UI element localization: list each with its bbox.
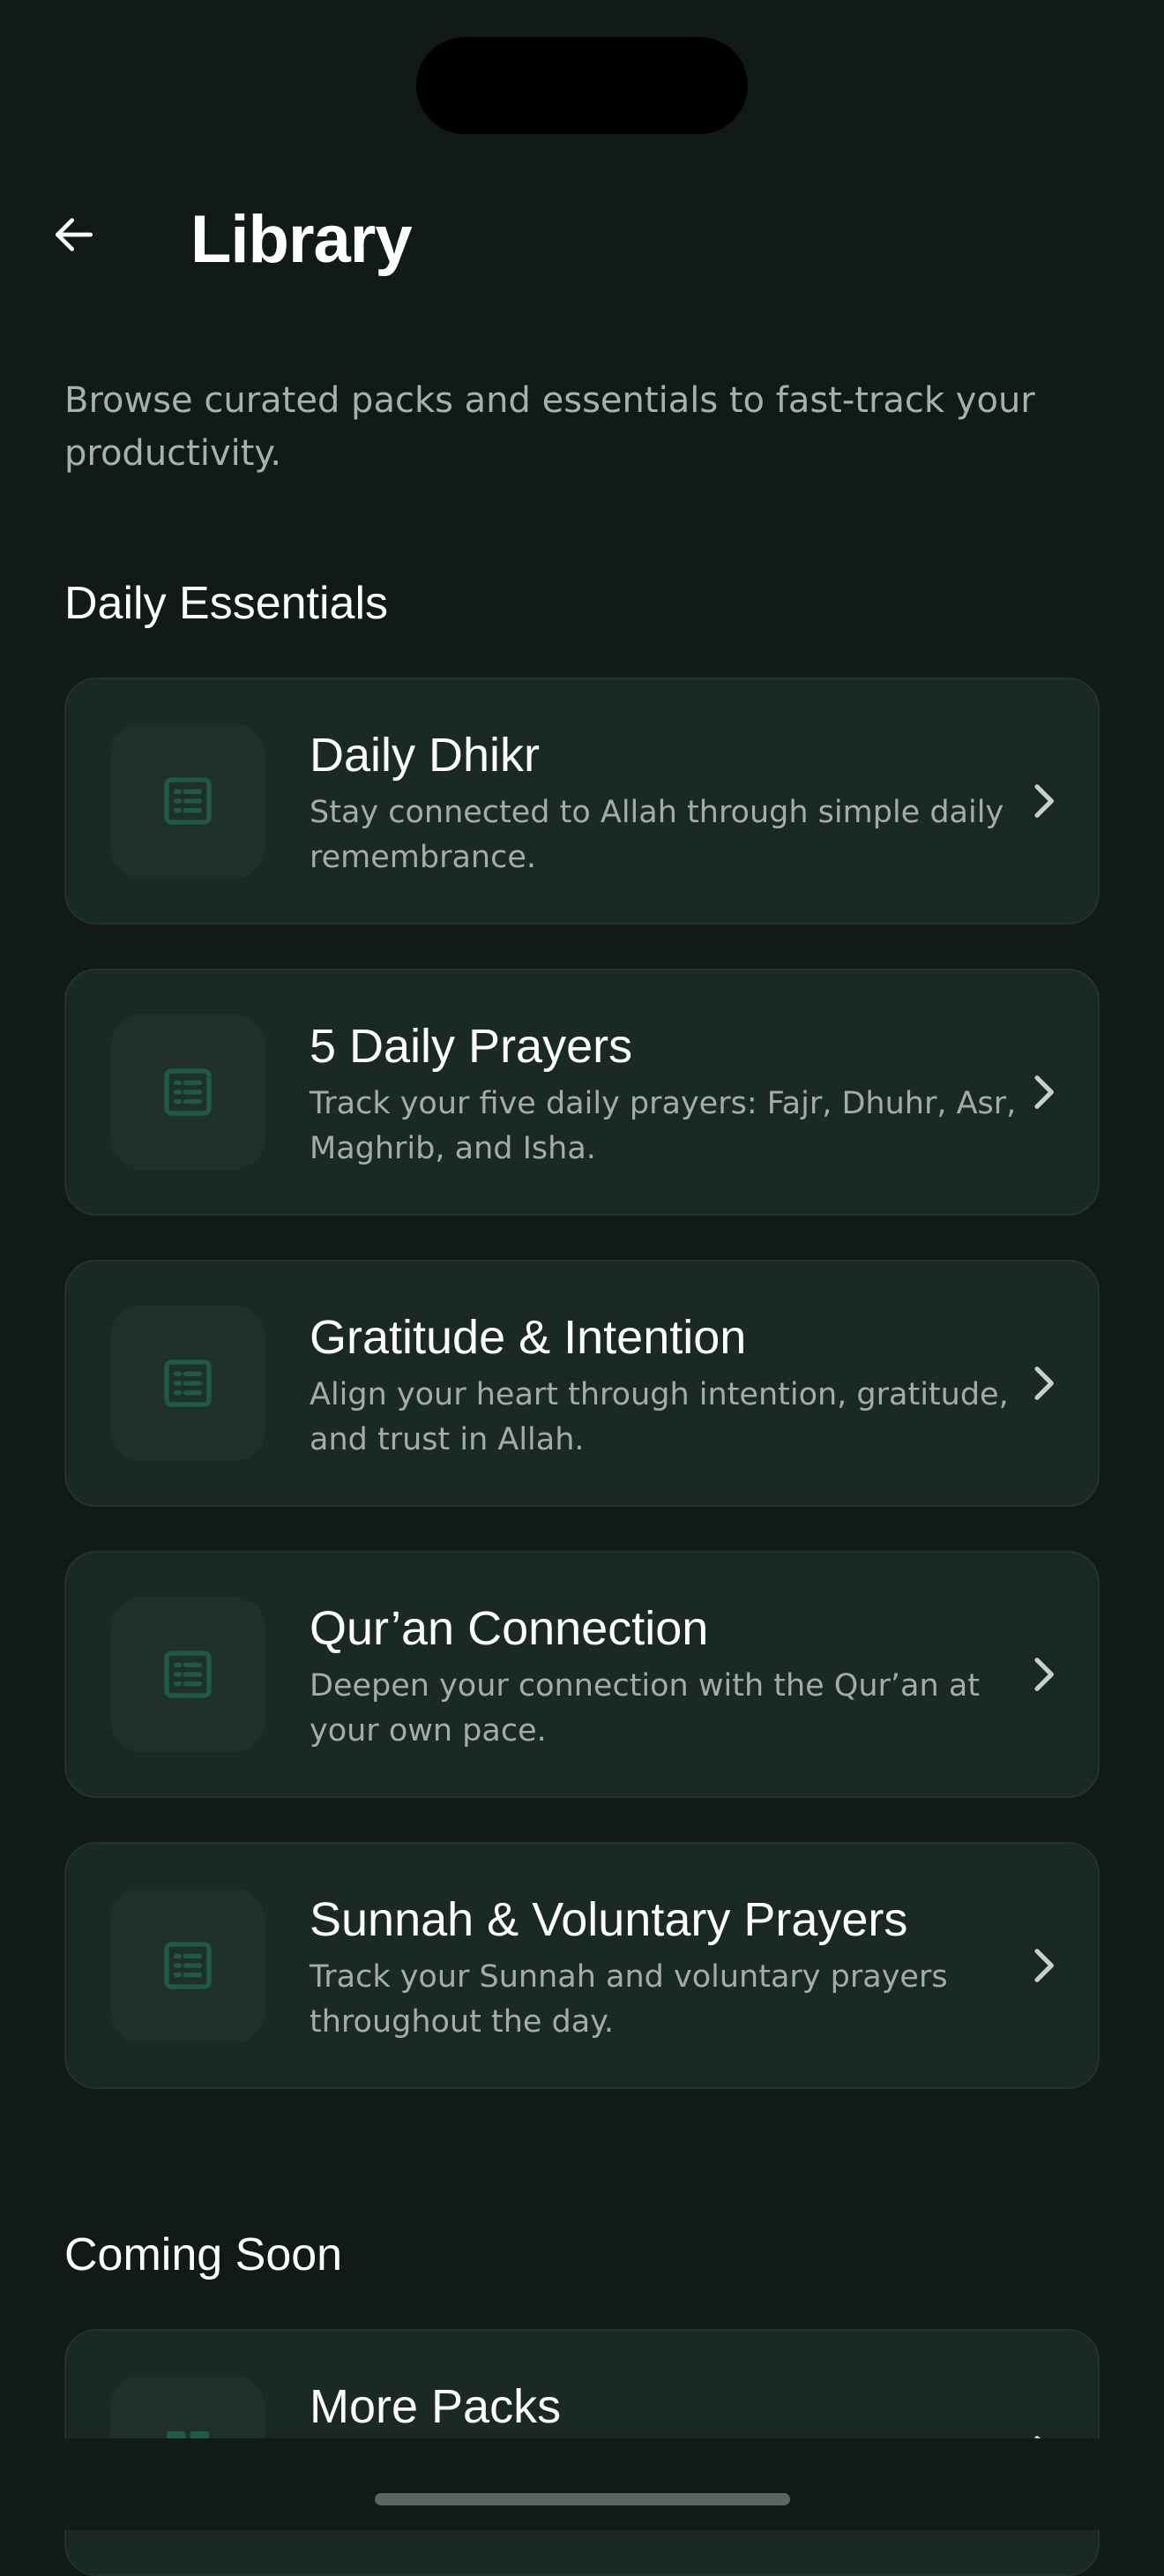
chevron-right-icon [1034,1658,1054,1691]
section-title-daily-essentials: Daily Essentials [64,578,389,629]
pack-icon-tile [110,723,265,879]
home-indicator[interactable] [375,2493,790,2505]
pack-title: More Packs [310,2380,562,2433]
chevron-right-icon [1034,1367,1054,1400]
pack-description: Stay connected to Allah through simple d… [310,795,1004,875]
pack-icon-tile [110,1306,265,1461]
dynamic-island [416,37,748,134]
pack-card-gratitude-intention[interactable]: Gratitude & Intention Align your heart t… [64,1260,1100,1507]
section-title-coming-soon: Coming Soon [64,2229,343,2280]
list-icon [164,1651,212,1698]
back-button[interactable] [35,196,113,273]
pack-description: Track your five daily prayers: Fajr, Dhu… [310,1086,1017,1166]
list-icon [164,1942,212,1989]
chevron-right-icon [1034,784,1054,818]
list-icon [164,1359,212,1407]
pack-icon-tile [110,1015,265,1170]
chevron-right-icon [1034,1075,1054,1109]
page-title: Library [190,202,413,277]
pack-description: Deepen your connection with the Qur’an a… [310,1668,980,1749]
arrow-left-icon [55,218,93,251]
pack-description: Align your heart through intention, grat… [310,1377,1009,1457]
bottom-safe-area [0,2438,1164,2530]
chevron-right-icon [1034,1949,1054,1982]
pack-title: 5 Daily Prayers [310,1020,633,1073]
pack-card-quran-connection[interactable]: Qur’an Connection Deepen your connection… [64,1551,1100,1798]
list-icon [164,777,212,825]
list-icon [164,1068,212,1116]
pack-title: Gratitude & Intention [310,1311,747,1364]
pack-icon-tile [110,1597,265,1752]
intro-text: Browse curated packs and essentials to f… [64,380,1035,474]
pack-title: Qur’an Connection [310,1602,709,1655]
pack-title: Daily Dhikr [310,729,541,782]
pack-card-daily-dhikr[interactable]: Daily Dhikr Stay connected to Allah thro… [64,678,1100,925]
pack-card-sunnah-voluntary-prayers[interactable]: Sunnah & Voluntary Prayers Track your Su… [64,1842,1100,2089]
pack-icon-tile [110,1888,265,2043]
pack-description: Track your Sunnah and voluntary prayers … [310,1959,948,2040]
pack-title: Sunnah & Voluntary Prayers [310,1893,908,1946]
pack-card-5-daily-prayers[interactable]: 5 Daily Prayers Track your five daily pr… [64,969,1100,1216]
